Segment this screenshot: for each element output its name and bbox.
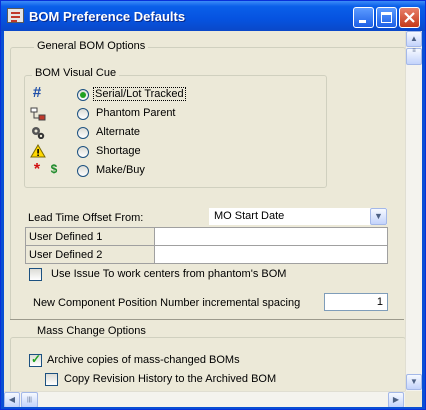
user-defined-1-label: User Defined 1 <box>29 231 103 243</box>
scroll-corner <box>405 391 422 407</box>
general-options-legend: General BOM Options <box>34 40 149 52</box>
maximize-icon <box>381 12 392 23</box>
gears-icon <box>32 127 45 139</box>
position-spacing-value: 1 <box>376 296 383 308</box>
radio-shortage[interactable] <box>77 146 89 158</box>
dollar-icon: $ <box>50 162 58 176</box>
scroll-left-button[interactable]: ◀ <box>4 392 20 407</box>
user-defined-2-label: User Defined 2 <box>29 249 103 261</box>
window-title: BOM Preference Defaults <box>29 9 186 24</box>
lead-time-select[interactable]: MO Start Date ▼ <box>209 208 387 225</box>
chevron-down-icon[interactable]: ▼ <box>370 208 387 225</box>
minimize-icon <box>359 20 366 23</box>
app-icon <box>7 8 24 23</box>
option-label-serial-lot-tracked[interactable]: Serial/Lot Tracked <box>93 87 186 101</box>
copy-revision-label[interactable]: Copy Revision History to the Archived BO… <box>64 373 276 385</box>
client-area: General BOM Options BOM Visual Cue # Ser… <box>4 31 422 407</box>
option-label-phantom-parent[interactable]: Phantom Parent <box>96 107 176 119</box>
horizontal-scrollbar[interactable]: ◀ ||| ▶ <box>4 391 405 407</box>
lead-time-value: MO Start Date <box>214 210 285 222</box>
vertical-scrollbar[interactable]: ▲ ≡ ▼ <box>405 31 422 391</box>
copy-revision-checkbox[interactable] <box>45 373 58 386</box>
option-label-alternate[interactable]: Alternate <box>96 126 140 138</box>
user-defined-1-input[interactable] <box>154 227 388 246</box>
vertical-scroll-thumb[interactable]: ≡ <box>406 48 422 65</box>
bom-preference-window: BOM Preference Defaults General BOM Opti… <box>0 0 426 410</box>
radio-phantom-parent[interactable] <box>77 108 89 120</box>
option-label-make-buy[interactable]: Make/Buy <box>96 164 145 176</box>
position-spacing-input[interactable]: 1 <box>324 293 388 311</box>
hash-icon: # <box>32 84 42 101</box>
lead-time-label: Lead Time Offset From: <box>28 212 144 224</box>
archive-checkbox[interactable] <box>29 352 42 367</box>
user-defined-2-label-cell: User Defined 2 <box>25 245 155 264</box>
use-issue-to-checkbox[interactable] <box>29 268 42 281</box>
close-button[interactable] <box>399 7 420 28</box>
title-bar[interactable]: BOM Preference Defaults <box>1 1 425 31</box>
visual-cue-legend: BOM Visual Cue <box>32 67 120 79</box>
option-label-shortage[interactable]: Shortage <box>96 145 141 157</box>
position-spacing-label: New Component Position Number incrementa… <box>33 297 301 309</box>
warning-icon <box>30 144 46 158</box>
radio-serial-lot-tracked[interactable] <box>77 89 89 101</box>
user-defined-2-input[interactable] <box>154 245 388 264</box>
mass-change-legend: Mass Change Options <box>34 325 149 337</box>
phantom-parent-icon <box>30 107 46 121</box>
scroll-right-button[interactable]: ▶ <box>388 392 404 407</box>
star-icon: * <box>33 161 41 178</box>
use-issue-to-label[interactable]: Use Issue To work centers from phantom's… <box>51 268 286 280</box>
scroll-up-button[interactable]: ▲ <box>406 31 422 47</box>
radio-make-buy[interactable] <box>77 165 89 177</box>
close-icon <box>404 12 415 23</box>
horizontal-scroll-thumb[interactable]: ||| <box>21 392 38 407</box>
radio-alternate[interactable] <box>77 127 89 139</box>
minimize-button[interactable] <box>353 7 374 28</box>
section-divider <box>10 319 404 320</box>
maximize-button[interactable] <box>376 7 397 28</box>
user-defined-1-label-cell: User Defined 1 <box>25 227 155 246</box>
scroll-down-button[interactable]: ▼ <box>406 374 422 390</box>
archive-label[interactable]: Archive copies of mass-changed BOMs <box>47 354 240 366</box>
